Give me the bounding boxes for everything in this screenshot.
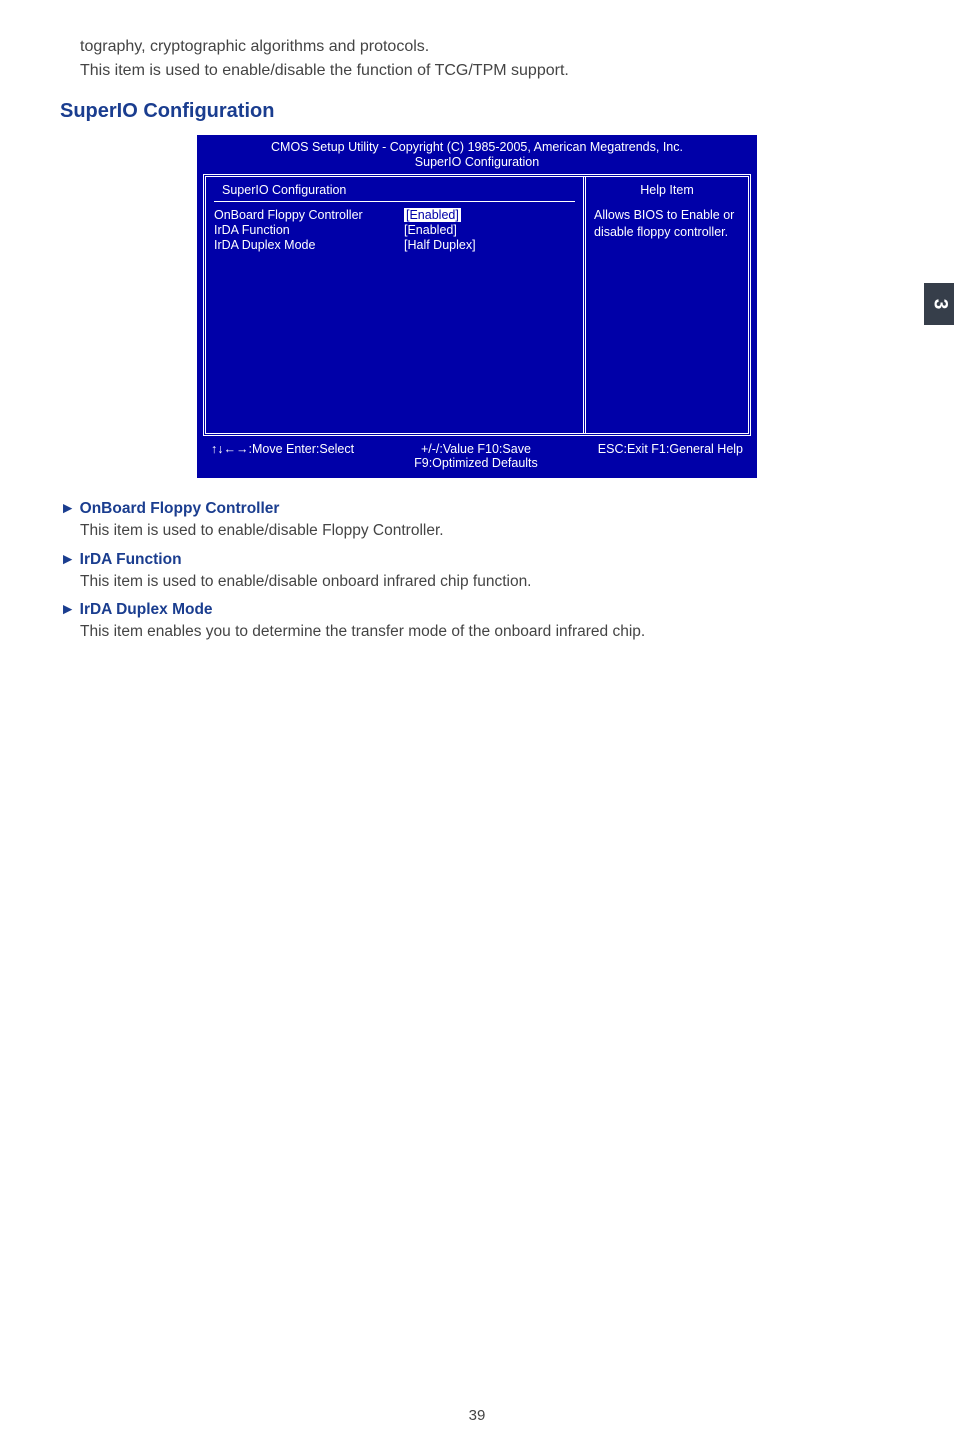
bios-footer-left: ↑↓←→:Move Enter:Select: [211, 442, 354, 470]
bios-row: IrDA Function [Enabled]: [214, 223, 575, 237]
item-heading: ► IrDA Duplex Mode: [60, 601, 894, 619]
item-body: This item is used to enable/disable onbo…: [80, 571, 894, 593]
bios-row-value-highlighted: [Enabled]: [404, 208, 461, 222]
bios-help-text: Allows BIOS to Enable or disable floppy …: [594, 207, 740, 240]
chapter-tab: 3: [924, 283, 954, 325]
bios-row-value: [Half Duplex]: [404, 238, 476, 252]
bios-row: OnBoard Floppy Controller [Enabled]: [214, 208, 575, 222]
bios-footer: ↑↓←→:Move Enter:Select +/-/:Value F10:Sa…: [197, 436, 757, 478]
fragment-line-2: This item is used to enable/disable the …: [80, 59, 894, 83]
fragment-line-1: tography, cryptographic algorithms and p…: [80, 35, 894, 59]
bios-row: IrDA Duplex Mode [Half Duplex]: [214, 238, 575, 252]
chapter-tab-number: 3: [928, 299, 950, 310]
bios-screenshot: CMOS Setup Utility - Copyright (C) 1985-…: [197, 135, 757, 478]
bios-title: CMOS Setup Utility - Copyright (C) 1985-…: [197, 135, 757, 155]
bios-help-header: Help Item: [594, 177, 740, 207]
item-body: This item is used to enable/disable Flop…: [80, 520, 894, 542]
bios-row-label: OnBoard Floppy Controller: [214, 208, 404, 222]
bios-row-label: IrDA Duplex Mode: [214, 238, 404, 252]
bios-left-header: SuperIO Configuration: [214, 177, 575, 202]
bios-footer-center-bottom: F9:Optimized Defaults: [354, 456, 598, 470]
bios-row-label: IrDA Function: [214, 223, 404, 237]
bios-row-value: [Enabled]: [404, 223, 457, 237]
section-heading: SuperIO Configuration: [60, 100, 894, 123]
bios-subtitle: SuperIO Configuration: [197, 155, 757, 174]
item-heading: ► OnBoard Floppy Controller: [60, 500, 894, 518]
bios-footer-right: ESC:Exit F1:General Help: [598, 442, 743, 470]
page-number: 39: [0, 1407, 954, 1424]
bios-footer-center-top: +/-/:Value F10:Save: [354, 442, 598, 456]
item-heading: ► IrDA Function: [60, 551, 894, 569]
item-body: This item enables you to determine the t…: [80, 621, 894, 643]
